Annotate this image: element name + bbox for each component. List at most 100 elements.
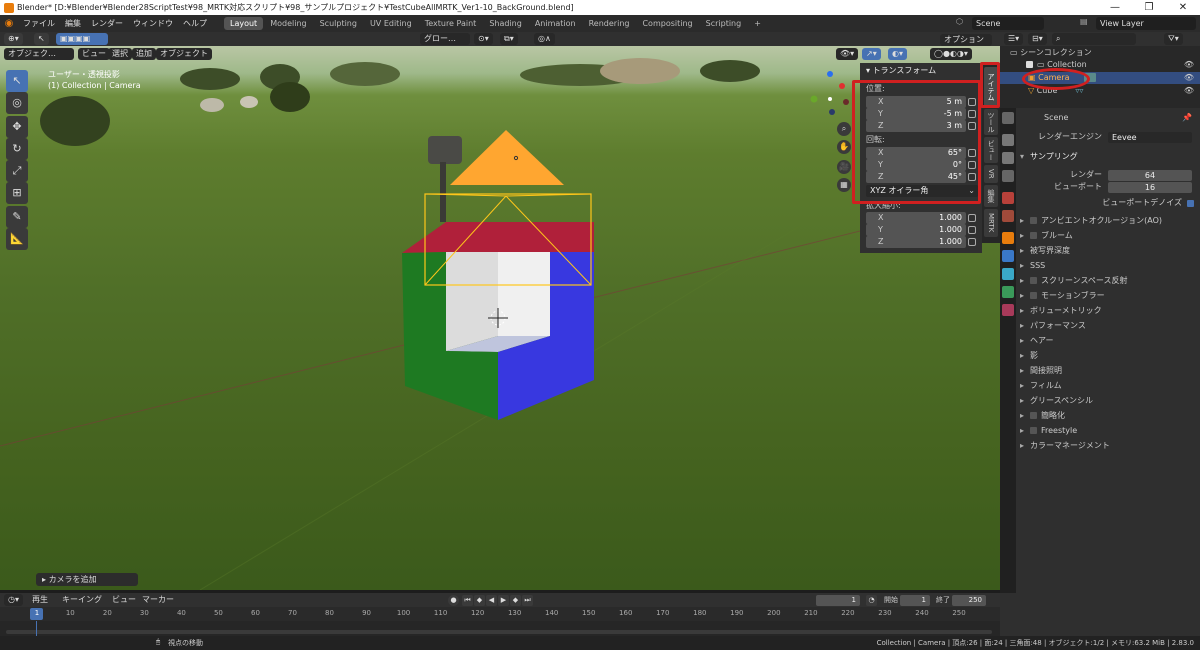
- menu-timeline-view[interactable]: ビュー: [108, 594, 140, 606]
- scale-x-field[interactable]: X 1.000: [866, 212, 966, 224]
- tab-uv-editing[interactable]: UV Editing: [364, 17, 418, 30]
- render-engine-dropdown[interactable]: Eevee: [1108, 132, 1192, 143]
- eye-icon[interactable]: 👁: [1184, 59, 1194, 71]
- panel-header[interactable]: ▸ 簡略化: [1016, 409, 1200, 423]
- cursor-tool-icon[interactable]: ◎: [6, 92, 28, 114]
- viewport-denoise-checkbox[interactable]: [1187, 200, 1194, 207]
- perspective-toggle-icon[interactable]: ▦: [837, 178, 851, 192]
- panel-header[interactable]: ▸ ボリューメトリック: [1016, 304, 1200, 318]
- editor-type-icon[interactable]: ⊕▾: [4, 33, 23, 45]
- tab-tool[interactable]: ツール: [984, 109, 998, 135]
- outliner-scene-collection[interactable]: ▭ シーンコレクション: [1000, 47, 1200, 59]
- output-tab-icon[interactable]: [1002, 152, 1014, 164]
- measure-tool-icon[interactable]: 📐: [6, 228, 28, 250]
- last-operator-panel[interactable]: ▸ カメラを追加: [36, 573, 138, 586]
- outliner-item-cube[interactable]: ▽ Cube ▿▿ 👁: [1000, 85, 1200, 97]
- modifier-tab-icon[interactable]: [1002, 250, 1014, 262]
- tab-mrtk[interactable]: MRTK: [984, 209, 998, 237]
- checkbox-icon[interactable]: [1026, 61, 1033, 68]
- timeline-editor-icon[interactable]: ◷▾: [4, 594, 23, 606]
- panel-header[interactable]: ▸ カラーマネージメント: [1016, 439, 1200, 453]
- overlay-icon[interactable]: ◐▾: [888, 48, 907, 60]
- select-tool-icon[interactable]: ↖: [34, 33, 49, 45]
- menu-playback[interactable]: 再生: [28, 594, 52, 606]
- panel-header[interactable]: ▸ スクリーンスペース反射: [1016, 274, 1200, 288]
- end-frame-field[interactable]: 250: [952, 595, 986, 606]
- select-box-tool-icon[interactable]: ↖: [6, 70, 28, 92]
- keyframe-prev-icon[interactable]: ◆: [474, 595, 485, 606]
- close-button[interactable]: ✕: [1166, 0, 1200, 15]
- physics-tab-icon[interactable]: [1002, 268, 1014, 280]
- current-frame-field[interactable]: 1: [816, 595, 860, 606]
- tab-compositing[interactable]: Compositing: [636, 17, 698, 30]
- stopwatch-icon[interactable]: ◔: [866, 595, 877, 606]
- menu-help[interactable]: ヘルプ: [178, 15, 212, 32]
- timeline-body[interactable]: [0, 621, 1000, 636]
- menu-add[interactable]: 追加: [132, 48, 156, 60]
- panel-header[interactable]: ▸ グリースペンシル: [1016, 394, 1200, 408]
- camera-view-icon[interactable]: 🎥: [837, 160, 851, 174]
- outliner-collection[interactable]: ▭ Collection 👁: [1000, 59, 1200, 71]
- panel-checkbox[interactable]: [1030, 292, 1037, 299]
- proportional-edit-icon[interactable]: ◎∧: [534, 33, 555, 45]
- menu-marker[interactable]: マーカー: [138, 594, 178, 606]
- timeline-scrollbar[interactable]: [6, 630, 992, 634]
- tab-vr[interactable]: VR: [984, 165, 998, 183]
- panel-header[interactable]: ▸ アンビエントオクルージョン(AO): [1016, 214, 1200, 228]
- zoom-icon[interactable]: ⌕: [837, 122, 851, 136]
- lock-icon[interactable]: [968, 238, 976, 246]
- outliner-editor-icon[interactable]: ☰▾: [1004, 33, 1024, 45]
- pivot-point-icon[interactable]: ⊙▾: [474, 33, 493, 45]
- tab-shading[interactable]: Shading: [483, 17, 528, 30]
- view-layer-tab-icon[interactable]: [1002, 170, 1014, 182]
- gizmo-icon[interactable]: ↗▾: [862, 48, 881, 60]
- sampling-panel-header[interactable]: ▾ サンプリング: [1016, 150, 1200, 164]
- transform-orientation-dropdown[interactable]: グロー…: [420, 33, 470, 45]
- object-tab-icon[interactable]: [1002, 232, 1014, 244]
- keyframe-next-icon[interactable]: ◆: [510, 595, 521, 606]
- tab-layout[interactable]: Layout: [224, 17, 264, 30]
- rotate-tool-icon[interactable]: ↻: [6, 138, 28, 160]
- tool-tab-icon[interactable]: [1002, 112, 1014, 124]
- lock-icon[interactable]: [968, 226, 976, 234]
- panel-header[interactable]: ▸ 影: [1016, 349, 1200, 363]
- panel-header[interactable]: ▸ 間接照明: [1016, 364, 1200, 378]
- render-tab-icon[interactable]: [1002, 134, 1014, 146]
- filter-icon[interactable]: ⛛▾: [1164, 33, 1183, 45]
- display-mode-icon[interactable]: ⊟▾: [1028, 33, 1047, 45]
- eye-icon[interactable]: 👁: [1184, 85, 1194, 97]
- panel-header[interactable]: ▸ ヘアー: [1016, 334, 1200, 348]
- menu-keying[interactable]: キーイング: [58, 594, 106, 606]
- blender-menu-icon[interactable]: ◉: [0, 18, 18, 29]
- play-icon[interactable]: ▶: [498, 595, 509, 606]
- tab-view[interactable]: ビュー: [984, 137, 998, 163]
- menu-edit[interactable]: 編集: [60, 15, 86, 32]
- scene-selector[interactable]: Scene: [972, 17, 1044, 30]
- menu-select[interactable]: 選択: [108, 48, 132, 60]
- start-frame-field[interactable]: 1: [900, 595, 930, 606]
- menu-view[interactable]: ビュー: [78, 48, 110, 60]
- panel-checkbox[interactable]: [1030, 427, 1037, 434]
- 3d-viewport[interactable]: ユーザー・透視投影 (1) Collection | Camera ↖ ◎ ✥ …: [0, 46, 1000, 590]
- panel-checkbox[interactable]: [1030, 412, 1037, 419]
- minimize-button[interactable]: —: [1098, 0, 1132, 15]
- panel-header[interactable]: ▸ Freestyle: [1016, 424, 1200, 438]
- jump-start-icon[interactable]: ⏮: [462, 595, 473, 606]
- transform-panel-header[interactable]: ▾ トランスフォーム: [866, 65, 936, 77]
- record-icon[interactable]: ●: [448, 595, 459, 606]
- lock-icon[interactable]: [968, 214, 976, 222]
- panel-checkbox[interactable]: [1030, 277, 1037, 284]
- eye-icon[interactable]: 👁: [1184, 72, 1194, 84]
- panel-header[interactable]: ▸ パフォーマンス: [1016, 319, 1200, 333]
- panel-header[interactable]: ▸ モーションブラー: [1016, 289, 1200, 303]
- menu-object[interactable]: オブジェクト: [156, 48, 212, 60]
- scale-tool-icon[interactable]: ⤢: [6, 160, 28, 182]
- select-mode-icon[interactable]: ▣▣▣▣: [56, 33, 108, 45]
- tab-sculpting[interactable]: Sculpting: [314, 17, 363, 30]
- menu-render[interactable]: レンダー: [86, 15, 128, 32]
- viewport-samples-field[interactable]: 16: [1108, 182, 1192, 193]
- view-layer-selector[interactable]: View Layer: [1096, 17, 1196, 30]
- shading-modes-icon[interactable]: ◯●◐◑▾: [930, 48, 972, 60]
- tab-scripting[interactable]: Scripting: [700, 17, 748, 30]
- menu-file[interactable]: ファイル: [18, 15, 60, 32]
